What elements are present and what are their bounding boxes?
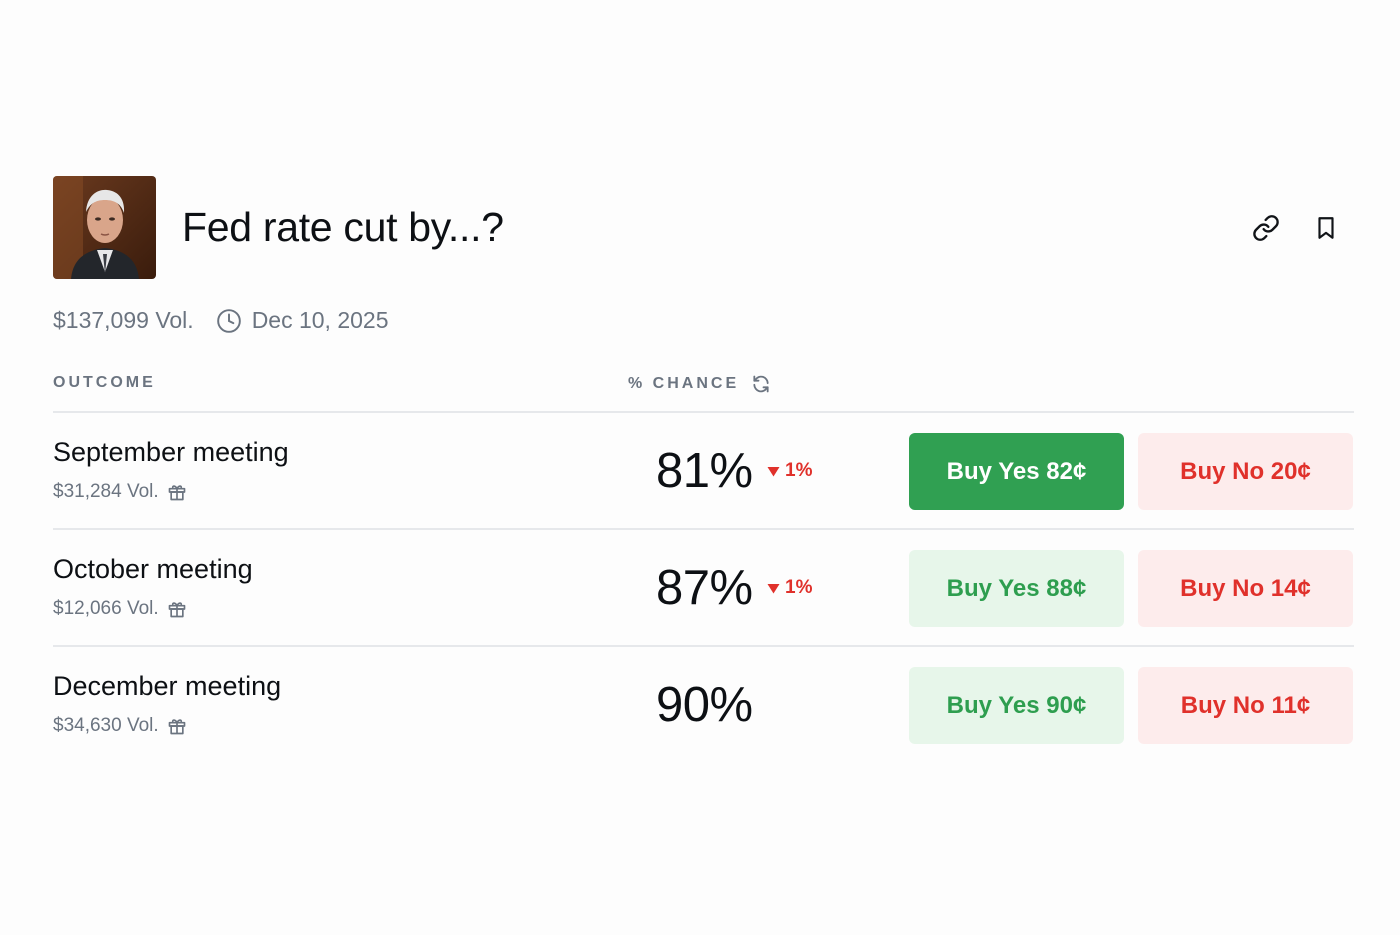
triangle-down-icon [767, 466, 780, 477]
chance-column-header: % CHANCE [628, 374, 771, 394]
market-end-date: Dec 10, 2025 [251, 307, 389, 333]
market-card: Fed rate cut by...? $137,099 Vol. Dec 10… [53, 176, 1354, 764]
outcome-chance: 90% [656, 678, 753, 732]
market-meta: $137,099 Vol. Dec 10, 2025 [53, 307, 1354, 334]
outcome-volume: $34,630 Vol. [53, 715, 187, 737]
outcome-delta: 1% [767, 460, 812, 482]
outcome-chance: 87% [656, 561, 753, 615]
outcome-row[interactable]: September meeting $31,284 Vol. 81% 1% Bu… [53, 413, 1354, 530]
table-header: OUTCOME % CHANCE [53, 374, 1354, 404]
header-actions [1252, 214, 1354, 242]
outcome-delta: 1% [767, 577, 812, 599]
gift-icon[interactable] [167, 716, 187, 736]
gift-icon[interactable] [167, 482, 187, 502]
outcome-name: October meeting [53, 554, 253, 584]
outcome-volume: $31,284 Vol. [53, 481, 187, 503]
outcome-row[interactable]: December meeting $34,630 Vol. 90% Buy Ye… [53, 647, 1354, 764]
buy-no-button[interactable]: Buy No 14¢ [1138, 550, 1353, 627]
link-icon[interactable] [1252, 214, 1280, 242]
outcome-list: September meeting $31,284 Vol. 81% 1% Bu… [53, 413, 1354, 764]
buy-yes-button[interactable]: Buy Yes 88¢ [909, 550, 1124, 627]
market-thumbnail[interactable] [53, 176, 156, 279]
market-title: Fed rate cut by...? [182, 204, 504, 250]
outcome-volume-text: $31,284 Vol. [53, 481, 159, 502]
outcome-name: December meeting [53, 671, 282, 701]
bookmark-icon[interactable] [1312, 214, 1340, 242]
buy-yes-button[interactable]: Buy Yes 90¢ [909, 667, 1124, 744]
buy-yes-button[interactable]: Buy Yes 82¢ [909, 433, 1124, 510]
outcome-volume-text: $34,630 Vol. [53, 715, 159, 736]
outcome-chance: 81% [656, 444, 753, 498]
market-header: Fed rate cut by...? [53, 176, 1354, 279]
market-volume: $137,099 Vol. [53, 307, 194, 333]
triangle-down-icon [767, 583, 780, 594]
outcome-column-header: OUTCOME [53, 374, 156, 391]
outcome-volume: $12,066 Vol. [53, 598, 187, 620]
chance-column-label: % CHANCE [628, 375, 740, 392]
buy-no-button[interactable]: Buy No 11¢ [1138, 667, 1353, 744]
gift-icon[interactable] [167, 599, 187, 619]
buy-no-button[interactable]: Buy No 20¢ [1138, 433, 1353, 510]
outcome-row[interactable]: October meeting $12,066 Vol. 87% 1% Buy … [53, 530, 1354, 647]
outcome-volume-text: $12,066 Vol. [53, 598, 159, 619]
outcome-name: September meeting [53, 437, 289, 467]
outcome-delta-value: 1% [785, 577, 813, 598]
clock-icon [216, 308, 242, 334]
outcome-delta-value: 1% [785, 460, 813, 481]
refresh-icon[interactable] [751, 374, 771, 394]
